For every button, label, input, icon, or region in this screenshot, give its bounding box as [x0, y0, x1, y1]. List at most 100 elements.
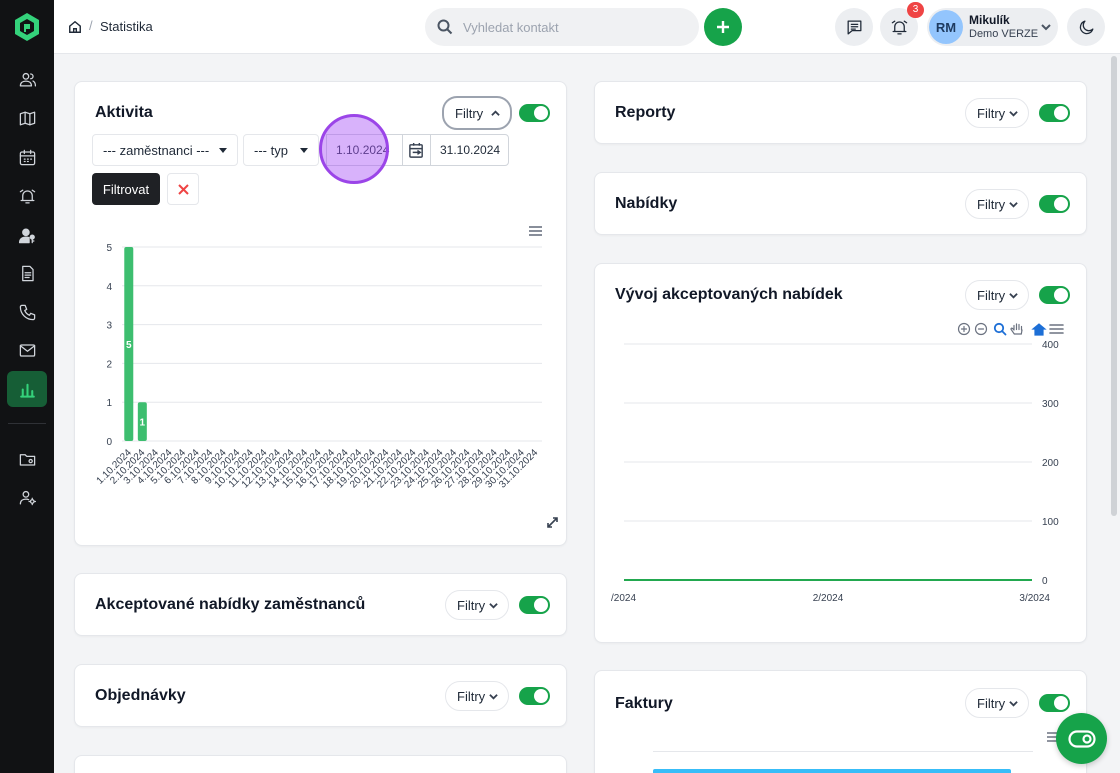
y-tick-label: 5: [106, 243, 112, 254]
pan-hand-icon[interactable]: [1010, 323, 1023, 335]
folder-icon: [19, 453, 35, 466]
y-tick-label: 0: [1042, 576, 1048, 587]
sidebar-item-statistics[interactable]: [7, 371, 47, 407]
date-to-value: 31.10.2024: [440, 143, 501, 157]
card-title: Objednávky: [95, 687, 186, 704]
chevron-down-icon: [1009, 111, 1018, 117]
sidebar-item-alerts[interactable]: [7, 178, 47, 214]
page-scrollbar[interactable]: [1111, 56, 1117, 516]
top-header: / Statistika 3 RM Mikulík Demo VERZE: [54, 0, 1120, 54]
y-tick-label: 200: [1042, 458, 1059, 469]
card-visibility-toggle[interactable]: [519, 596, 550, 614]
filter-label: Filtry: [977, 695, 1006, 711]
filter-label: Filtry: [457, 688, 486, 704]
card-title: Reporty: [615, 104, 676, 121]
filter-label: Filtry: [457, 597, 486, 613]
expand-icon[interactable]: [547, 517, 558, 528]
clear-filter-button[interactable]: [167, 173, 199, 205]
caret-down-icon: [300, 148, 308, 153]
aktivita-bar-chart: 01234551.10.202412.10.20243.10.20244.10.…: [95, 226, 558, 528]
theme-toggle-button[interactable]: [1067, 8, 1105, 46]
y-tick-label: 100: [1042, 517, 1059, 528]
zoom-out-icon[interactable]: [974, 322, 988, 336]
sidebar-item-users[interactable]: [7, 217, 47, 253]
x-tick-label: /2024: [611, 593, 636, 604]
add-button[interactable]: [704, 8, 742, 46]
close-icon: [177, 183, 189, 195]
app-logo-icon[interactable]: [13, 12, 41, 42]
filter-toggle-button[interactable]: Filtry: [965, 98, 1029, 128]
sidebar-item-user-settings[interactable]: [7, 479, 47, 515]
filter-toggle-button[interactable]: Filtry: [445, 590, 509, 620]
avatar: RM: [929, 10, 963, 44]
employee-select[interactable]: --- zaměstnanci ---: [92, 134, 238, 166]
document-icon: [21, 265, 34, 281]
y-tick-label: 300: [1042, 399, 1059, 410]
card-visibility-toggle[interactable]: [1039, 104, 1070, 122]
chart-menu-icon[interactable]: [529, 226, 542, 236]
chevron-down-icon: [1009, 701, 1018, 707]
calendar-range-button[interactable]: [403, 134, 430, 166]
chevron-down-icon: [489, 603, 498, 609]
data-label: 1: [140, 418, 146, 429]
sidebar-divider: [8, 423, 46, 424]
expand-path: [547, 517, 558, 528]
sidebar-item-email[interactable]: [7, 332, 47, 368]
alarm-icon: [19, 189, 35, 203]
sidebar-item-documents[interactable]: [7, 255, 47, 291]
card-objednavky: Objednávky Filtry: [74, 664, 567, 727]
sidebar-item-calendar[interactable]: [7, 139, 47, 175]
filter-toggle-button[interactable]: Filtry: [965, 189, 1029, 219]
type-select[interactable]: --- typ: [243, 134, 319, 166]
zoom-select-icon[interactable]: [993, 322, 1007, 336]
card-visibility-toggle[interactable]: [1039, 286, 1070, 304]
card-visibility-toggle[interactable]: [1039, 195, 1070, 213]
chevron-down-icon: [1009, 293, 1018, 299]
date-to-input[interactable]: 31.10.2024: [430, 134, 509, 166]
user-key-icon: [18, 228, 35, 243]
sidebar-item-phone[interactable]: [7, 294, 47, 330]
floating-toggle-button[interactable]: [1056, 713, 1107, 764]
filter-label: Filtry: [977, 105, 1006, 121]
home-icon[interactable]: [68, 20, 82, 34]
search-bar[interactable]: [425, 8, 699, 46]
filter-toggle-button[interactable]: Filtry: [442, 96, 512, 130]
date-from-input[interactable]: 1.10.2024: [326, 134, 403, 166]
filter-label: Filtry: [455, 105, 484, 121]
filter-apply-button[interactable]: Filtrovat: [92, 173, 160, 205]
breadcrumb-separator: /: [89, 18, 93, 33]
user-menu[interactable]: RM Mikulík Demo VERZE: [927, 8, 1058, 46]
filter-label: Filtry: [977, 287, 1006, 303]
card-vyvoj-akceptovanych-nabidek: Vývoj akceptovaných nabídek Filtry 0 100 2…: [594, 263, 1087, 643]
plus-icon: [717, 21, 729, 33]
filter-toggle-button[interactable]: Filtry: [965, 688, 1029, 718]
card-visibility-toggle[interactable]: [519, 687, 550, 705]
card-visibility-toggle[interactable]: [519, 104, 550, 122]
users-icon: [19, 72, 36, 86]
filter-toggle-button[interactable]: Filtry: [445, 681, 509, 711]
user-company: Demo VERZE: [969, 28, 1039, 40]
chart-menu-icon[interactable]: [1049, 324, 1064, 334]
filter-toggle-button[interactable]: Filtry: [965, 280, 1029, 310]
card-title: Aktivita: [95, 104, 153, 121]
sidebar-item-folders[interactable]: [7, 441, 47, 477]
calendar-icon: [19, 149, 35, 165]
x-tick-label: 3/2024: [1019, 593, 1050, 604]
sidebar-item-map[interactable]: [7, 100, 47, 136]
y-tick-label: 2: [106, 359, 112, 370]
x-tick-label: 2/2024: [813, 593, 844, 604]
user-name: Mikulík: [969, 13, 1010, 27]
chevron-down-icon: [1009, 202, 1018, 208]
sidebar-item-contacts[interactable]: [7, 61, 47, 97]
y-tick-label: 0: [106, 437, 112, 448]
card-visibility-toggle[interactable]: [1039, 694, 1070, 712]
zoom-in-icon[interactable]: [957, 322, 971, 336]
data-label: 5: [126, 340, 132, 351]
y-tick-label: 400: [1042, 340, 1059, 351]
toggle-switch-icon: [1067, 729, 1096, 748]
chevron-up-icon: [491, 110, 500, 116]
messages-button[interactable]: [835, 8, 873, 46]
bell-icon: [891, 20, 907, 34]
card-aktivita: Aktivita Filtry --- zaměstnanci --- --- …: [74, 81, 567, 546]
search-input[interactable]: [463, 8, 688, 46]
